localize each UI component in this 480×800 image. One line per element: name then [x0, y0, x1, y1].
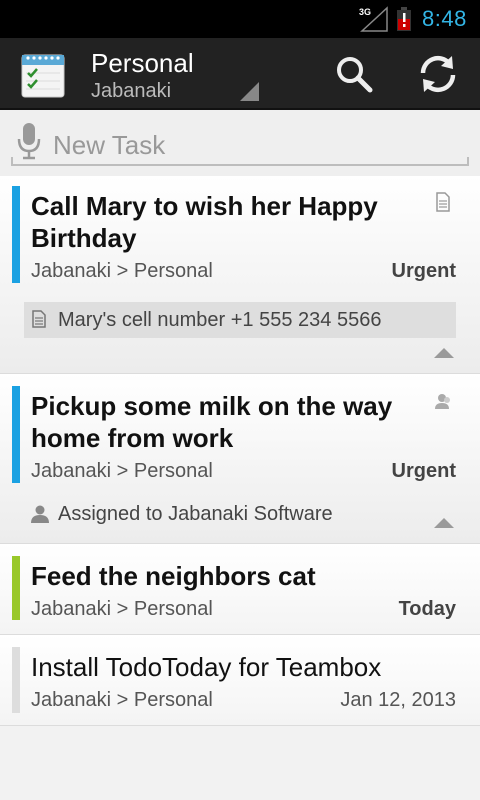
note-text: Mary's cell number +1 555 234 5566 — [58, 309, 382, 331]
task-title[interactable]: Call Mary to wish her Happy Birthday — [31, 190, 421, 254]
task-item[interactable]: Pickup some milk on the way home from wo… — [0, 374, 480, 544]
task-item[interactable]: Call Mary to wish her Happy Birthday Jab… — [0, 176, 480, 374]
priority-bar — [12, 647, 20, 713]
priority-bar — [12, 556, 20, 620]
input-underline — [11, 157, 469, 166]
new-task-bar: New Task — [0, 110, 480, 176]
cell-signal-icon: 3G — [359, 6, 388, 32]
task-item[interactable]: Feed the neighbors cat Jabanaki > Person… — [0, 544, 480, 635]
assignment-text: Assigned to Jabanaki Software — [58, 503, 333, 525]
note-indicator-icon — [436, 192, 450, 212]
task-due: Urgent — [391, 260, 456, 282]
sync-icon[interactable] — [416, 52, 460, 96]
action-bar: Personal Jabanaki — [0, 38, 480, 110]
collapse-arrow-icon[interactable] — [434, 518, 454, 528]
note-icon — [32, 310, 46, 328]
app-calendar-icon[interactable] — [20, 51, 66, 99]
search-icon[interactable] — [332, 52, 376, 96]
collapse-arrow-icon[interactable] — [434, 348, 454, 358]
task-title[interactable]: Pickup some milk on the way home from wo… — [31, 390, 421, 454]
task-path: Jabanaki > Personal — [31, 598, 213, 620]
people-indicator-icon — [435, 394, 450, 409]
priority-bar — [12, 186, 20, 283]
priority-bar — [12, 386, 20, 483]
task-path: Jabanaki > Personal — [31, 260, 213, 282]
task-title[interactable]: Feed the neighbors cat — [31, 560, 421, 592]
person-icon — [31, 505, 49, 523]
task-title[interactable]: Install TodoToday for Teambox — [31, 651, 421, 683]
task-note[interactable]: Mary's cell number +1 555 234 5566 — [24, 302, 456, 338]
list-title[interactable]: Personal — [91, 48, 194, 79]
task-item[interactable]: Install TodoToday for Teambox Jabanaki >… — [0, 635, 480, 726]
new-task-input[interactable]: New Task — [53, 130, 165, 161]
task-path: Jabanaki > Personal — [31, 460, 213, 482]
status-bar: 3G 8:48 — [0, 0, 480, 38]
task-due: Urgent — [391, 460, 456, 482]
battery-low-icon — [397, 7, 411, 31]
account-name[interactable]: Jabanaki — [91, 80, 171, 103]
network-type-label: 3G — [359, 7, 371, 17]
dropdown-indicator-icon[interactable] — [240, 82, 259, 101]
mic-icon[interactable] — [17, 121, 41, 161]
clock: 8:48 — [422, 6, 467, 31]
task-due: Jan 12, 2013 — [340, 689, 456, 711]
task-path: Jabanaki > Personal — [31, 689, 213, 711]
list-empty-area — [0, 726, 480, 800]
task-due: Today — [398, 598, 456, 620]
